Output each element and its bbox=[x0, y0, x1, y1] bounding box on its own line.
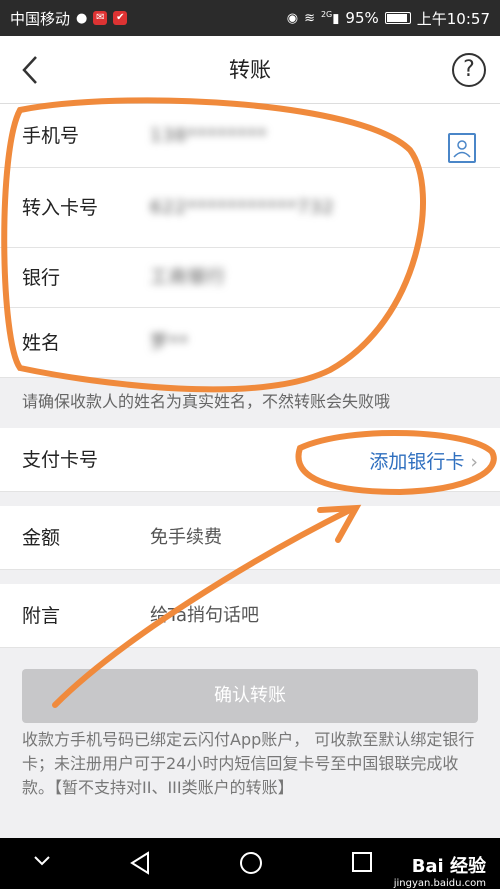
wifi-icon: ≋ bbox=[304, 10, 315, 26]
bank-label: 银行 bbox=[22, 267, 61, 289]
memo-input[interactable]: 给Ta捎句话吧 bbox=[150, 584, 259, 648]
add-bank-card-link[interactable]: 添加银行卡 › bbox=[369, 447, 478, 474]
help-button[interactable]: ? bbox=[452, 53, 486, 87]
contact-book-icon[interactable] bbox=[448, 133, 476, 163]
name-input[interactable]: 罗** bbox=[150, 308, 189, 378]
memo-row[interactable]: 附言 给Ta捎句话吧 bbox=[0, 584, 500, 648]
bank-value: 工商银行 bbox=[150, 267, 226, 288]
chevron-right-icon: › bbox=[470, 451, 478, 473]
collapse-icon[interactable] bbox=[32, 850, 52, 870]
question-circle-icon: ? bbox=[463, 57, 475, 82]
payment-card-label: 支付卡号 bbox=[22, 449, 99, 471]
phone-label: 手机号 bbox=[22, 125, 80, 147]
amount-label: 金额 bbox=[22, 527, 61, 549]
phone-input[interactable]: 138******** bbox=[150, 104, 267, 168]
name-row[interactable]: 姓名 罗** bbox=[0, 308, 500, 378]
eye-icon: ◉ bbox=[286, 10, 299, 26]
battery-percentage: 95% bbox=[345, 9, 379, 27]
signal-icon: 2G▮ bbox=[320, 9, 340, 27]
contact-person-glyph bbox=[453, 140, 471, 158]
wechat-icon: ● bbox=[76, 10, 88, 26]
app-notification-icon: ✉ bbox=[93, 11, 108, 25]
transfer-tip: 收款方手机号码已绑定云闪付App账户， 可收款至默认绑定银行卡；未注册用户可于2… bbox=[22, 730, 475, 797]
carrier-label: 中国移动 bbox=[10, 9, 71, 28]
watermark-site: jingyan.baidu.com bbox=[393, 878, 486, 889]
battery-icon bbox=[384, 12, 411, 24]
bank-row[interactable]: 银行 工商银行 bbox=[0, 248, 500, 308]
phone-row[interactable]: 手机号 138******** bbox=[0, 104, 500, 168]
add-bank-card-label: 添加银行卡 bbox=[369, 451, 465, 473]
confirm-transfer-button[interactable]: 确认转账 bbox=[22, 669, 478, 723]
check-notification-icon: ✔ bbox=[113, 11, 128, 25]
amount-input[interactable]: 免手续费 bbox=[150, 506, 222, 570]
header: 转账 ? bbox=[0, 36, 500, 104]
watermark-brand: Bai 经验 bbox=[411, 856, 486, 877]
name-notice: 请确保收款人的姓名为真实姓名，不然转账会失败哦 bbox=[22, 392, 391, 411]
baidu-jingyan-watermark: Bai 经验 jingyan.baidu.com bbox=[394, 852, 486, 889]
status-bar: 中国移动 ● ✉ ✔ ◉ ≋ 2G▮ 95% 上午10:57 bbox=[0, 0, 500, 36]
recents-square-icon[interactable] bbox=[350, 850, 374, 874]
home-circle-icon[interactable] bbox=[238, 850, 264, 876]
card-number-input[interactable]: 622***********732 bbox=[150, 168, 335, 248]
back-triangle-icon[interactable] bbox=[128, 850, 152, 876]
name-label: 姓名 bbox=[22, 332, 61, 354]
card-number-row[interactable]: 转入卡号 622***********732 bbox=[0, 168, 500, 248]
amount-row[interactable]: 金额 免手续费 bbox=[0, 506, 500, 570]
page-title: 转账 bbox=[229, 58, 271, 82]
card-number-label: 转入卡号 bbox=[22, 197, 99, 219]
memo-label: 附言 bbox=[22, 605, 61, 627]
clock: 上午10:57 bbox=[416, 9, 490, 28]
